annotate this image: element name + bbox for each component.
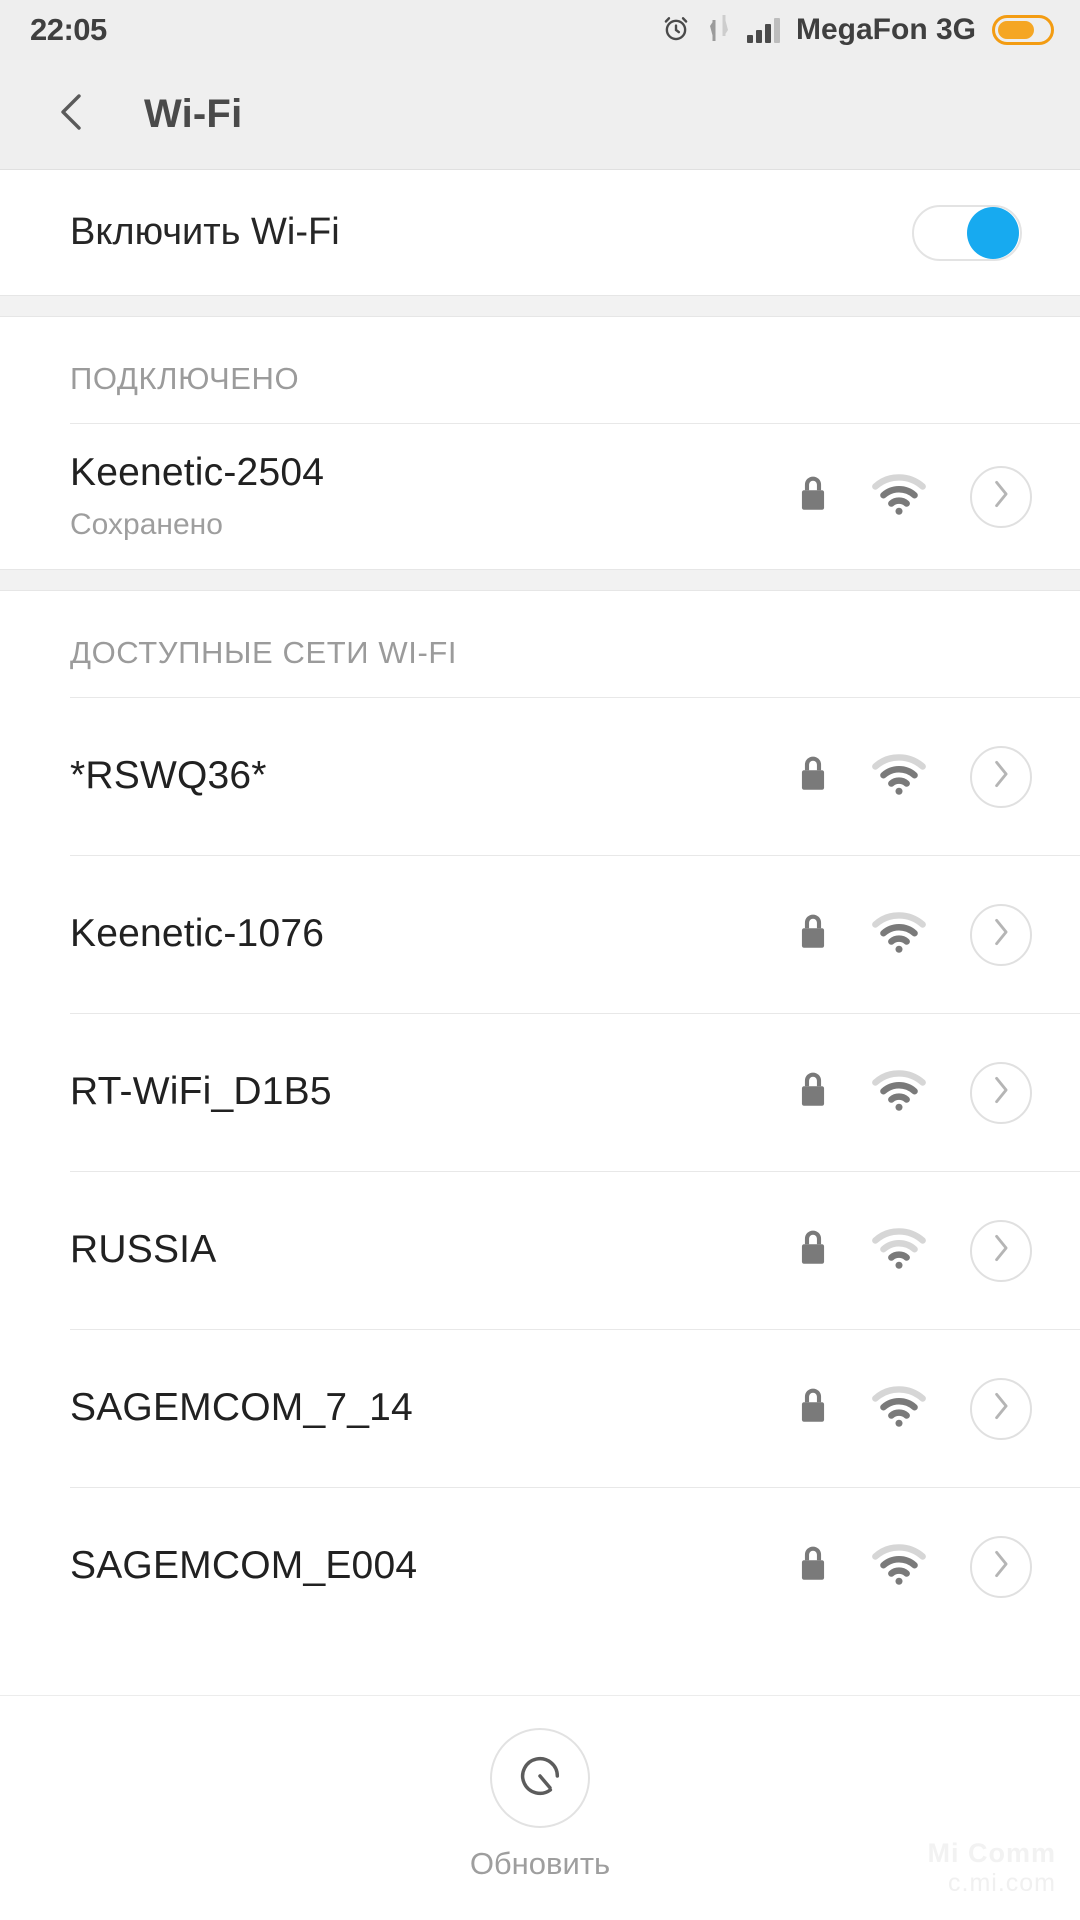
connected-network-list: Keenetic-2504 Сохранено — [0, 424, 1080, 569]
network-text: SAGEMCOM_E004 — [70, 1544, 417, 1589]
back-button[interactable] — [40, 83, 104, 147]
network-icons — [798, 745, 1032, 808]
wifi-signal-icon — [872, 1543, 926, 1590]
network-ssid: *RSWQ36* — [70, 754, 267, 798]
lock-icon — [798, 1545, 828, 1588]
network-detail-button[interactable] — [970, 1535, 1032, 1598]
network-row[interactable]: Keenetic-2504 Сохранено — [0, 424, 1080, 569]
status-bar: 22:05 MegaFon 3G — [0, 0, 1080, 60]
chevron-left-icon — [52, 88, 92, 141]
network-detail-button[interactable] — [970, 745, 1032, 808]
wifi-toggle-label: Включить Wi-Fi — [70, 211, 340, 253]
network-icons — [798, 1377, 1032, 1440]
network-text: RUSSIA — [70, 1228, 216, 1273]
chevron-right-icon — [988, 1548, 1014, 1585]
chevron-right-icon — [988, 916, 1014, 953]
chevron-right-icon — [988, 1074, 1014, 1111]
network-ssid: Keenetic-2504 — [70, 451, 325, 495]
refresh-button[interactable] — [490, 1728, 590, 1828]
available-network-list: *RSWQ36* Keenetic-1076 RT-WiFi_D1B5 RUSS… — [0, 698, 1080, 1645]
wifi-signal-icon — [872, 753, 926, 800]
lock-icon — [798, 1071, 828, 1114]
watermark-line-2: c.mi.com — [948, 1869, 1056, 1898]
network-ssid: SAGEMCOM_7_14 — [70, 1386, 413, 1430]
available-section-title: ДОСТУПНЫЕ СЕТИ WI-FI — [70, 635, 458, 670]
chevron-right-icon — [988, 1232, 1014, 1269]
toggle-knob — [967, 206, 1019, 259]
data-transfer-icon — [707, 14, 731, 47]
refresh-bar: Обновить Mi Comm c.mi.com — [0, 1695, 1080, 1920]
page-title: Wi-Fi — [144, 92, 243, 136]
network-text: RT-WiFi_D1B5 — [70, 1070, 332, 1115]
chevron-right-icon — [988, 1390, 1014, 1427]
network-detail-button[interactable] — [970, 465, 1032, 528]
network-ssid: RT-WiFi_D1B5 — [70, 1070, 332, 1114]
network-text: Keenetic-1076 — [70, 912, 324, 957]
network-row[interactable]: SAGEMCOM_7_14 — [0, 1330, 1080, 1487]
network-icons — [798, 1535, 1032, 1598]
network-detail-button[interactable] — [970, 1061, 1032, 1124]
network-row[interactable]: SAGEMCOM_E004 — [0, 1488, 1080, 1645]
watermark-line-1: Mi Comm — [927, 1838, 1056, 1869]
wifi-signal-icon — [872, 911, 926, 958]
network-detail-button[interactable] — [970, 1377, 1032, 1440]
section-divider — [0, 295, 1080, 317]
wifi-toggle-switch[interactable] — [912, 204, 1022, 261]
wifi-signal-icon — [872, 1069, 926, 1116]
chevron-right-icon — [988, 758, 1014, 795]
network-ssid: RUSSIA — [70, 1228, 217, 1272]
refresh-label: Обновить — [469, 1846, 611, 1881]
network-icons — [798, 465, 1032, 528]
network-detail-button[interactable] — [970, 1219, 1032, 1282]
network-row[interactable]: *RSWQ36* — [0, 698, 1080, 855]
battery-icon — [992, 15, 1054, 45]
wifi-signal-icon — [872, 473, 926, 520]
wifi-toggle-row[interactable]: Включить Wi-Fi — [0, 170, 1080, 295]
lock-icon — [798, 1229, 828, 1272]
network-ssid: SAGEMCOM_E004 — [70, 1544, 418, 1588]
network-row[interactable]: Keenetic-1076 — [0, 856, 1080, 1013]
network-icons — [798, 1061, 1032, 1124]
network-detail-button[interactable] — [970, 903, 1032, 966]
cellular-signal-icon — [746, 17, 780, 43]
network-text: *RSWQ36* — [70, 754, 267, 799]
network-ssid: Keenetic-1076 — [70, 912, 325, 956]
wifi-signal-icon — [872, 1385, 926, 1432]
available-section-header: ДОСТУПНЫЕ СЕТИ WI-FI — [0, 591, 1080, 697]
alarm-clock-icon — [661, 13, 691, 48]
network-text: SAGEMCOM_7_14 — [70, 1386, 413, 1431]
network-row[interactable]: RT-WiFi_D1B5 — [0, 1014, 1080, 1171]
network-icons — [798, 903, 1032, 966]
watermark: Mi Comm c.mi.com — [928, 1838, 1057, 1898]
network-status: Сохранено — [70, 507, 223, 541]
connected-section-title: ПОДКЛЮЧЕНО — [70, 361, 300, 396]
connected-section-header: ПОДКЛЮЧЕНО — [0, 317, 1080, 423]
status-icons: MegaFon 3G — [661, 13, 1054, 48]
network-text: Keenetic-2504 Сохранено — [70, 451, 324, 542]
network-icons — [798, 1219, 1032, 1282]
section-divider — [0, 569, 1080, 591]
carrier-label: MegaFon 3G — [795, 13, 976, 46]
lock-icon — [798, 1387, 828, 1430]
status-time: 22:05 — [30, 12, 107, 47]
lock-icon — [798, 755, 828, 798]
app-bar: Wi-Fi — [0, 60, 1080, 170]
refresh-scan-icon — [514, 1750, 566, 1807]
chevron-right-icon — [988, 478, 1014, 515]
lock-icon — [798, 475, 828, 518]
network-row[interactable]: RUSSIA — [0, 1172, 1080, 1329]
lock-icon — [798, 913, 828, 956]
wifi-signal-icon — [872, 1227, 926, 1274]
